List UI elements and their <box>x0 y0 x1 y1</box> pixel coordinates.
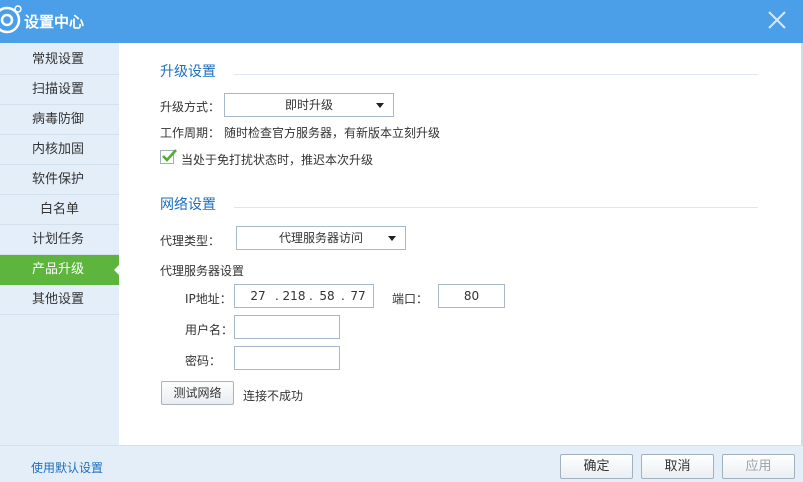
sidebar-nav: 常规设置 扫描设置 病毒防御 内核加固 软件保护 白名单 计划任务 产品升级 其… <box>0 43 120 445</box>
password-field[interactable] <box>234 346 340 370</box>
sidebar-item-other[interactable]: 其他设置 <box>0 285 119 315</box>
port-label: 端口： <box>392 292 429 306</box>
sidebar-item-software-protection[interactable]: 软件保护 <box>0 165 119 195</box>
proxy-type-select[interactable]: 代理服务器访问 <box>236 226 406 250</box>
proxy-type-label: 代理类型： <box>160 234 221 248</box>
port-field[interactable]: 80 <box>438 284 505 308</box>
work-cycle-label: 工作周期： <box>160 126 221 140</box>
connection-status-text: 连接不成功 <box>243 389 304 403</box>
upgrade-section-title: 升级设置 <box>160 64 216 80</box>
checkmark-icon <box>162 149 177 162</box>
ip-octet-3[interactable]: 58 <box>313 285 341 307</box>
caret-down-icon <box>376 103 384 108</box>
ip-address-label: IP地址： <box>185 292 232 306</box>
work-cycle-text: 随时检查官方服务器，有新版本立刻升级 <box>224 126 441 140</box>
section-divider <box>234 207 758 208</box>
apply-button[interactable]: 应用 <box>722 454 795 479</box>
defer-upgrade-label[interactable]: 当处于免打扰状态时，推迟本次升级 <box>181 151 373 168</box>
title-bar: 设置中心 <box>0 0 803 43</box>
upgrade-method-label: 升级方式： <box>160 100 221 114</box>
ip-octet-4[interactable]: 77 <box>345 285 371 307</box>
sidebar-item-label: 常规设置 <box>32 52 85 67</box>
sidebar-item-label: 产品升级 <box>32 262 85 277</box>
sidebar-item-label: 病毒防御 <box>32 112 85 127</box>
sidebar-item-label: 计划任务 <box>32 232 85 247</box>
test-network-button[interactable]: 测试网络 <box>161 381 234 405</box>
sidebar-item-product-upgrade[interactable]: 产品升级 <box>0 255 120 285</box>
upgrade-method-select[interactable]: 即时升级 <box>224 93 394 117</box>
sidebar-item-label: 扫描设置 <box>32 82 85 97</box>
sidebar-item-label: 软件保护 <box>32 172 85 187</box>
sidebar-item-virus-defense[interactable]: 病毒防御 <box>0 105 119 135</box>
ok-button[interactable]: 确定 <box>560 454 633 479</box>
use-default-settings-link[interactable]: 使用默认设置 <box>31 459 103 476</box>
username-label: 用户名： <box>185 323 234 337</box>
sidebar-item-label: 其他设置 <box>32 292 85 307</box>
defer-upgrade-checkbox[interactable] <box>160 149 177 164</box>
ip-address-field[interactable]: 27 . 218 . 58 . 77 <box>234 284 374 308</box>
sidebar-item-general[interactable]: 常规设置 <box>0 45 119 75</box>
password-label: 密码： <box>185 354 222 368</box>
ip-octet-1[interactable]: 27 <box>243 285 273 307</box>
window-title: 设置中心 <box>24 13 85 31</box>
port-value: 80 <box>463 289 480 303</box>
sidebar-item-scheduled-tasks[interactable]: 计划任务 <box>0 225 119 255</box>
section-divider <box>234 74 758 75</box>
close-icon[interactable] <box>766 9 788 31</box>
proxy-type-value: 代理服务器访问 <box>278 231 363 245</box>
proxy-server-settings-label: 代理服务器设置 <box>160 264 245 278</box>
gear-logo-icon <box>0 5 22 34</box>
sidebar-item-kernel[interactable]: 内核加固 <box>0 135 119 165</box>
sidebar-item-whitelist[interactable]: 白名单 <box>0 195 119 225</box>
cancel-button[interactable]: 取消 <box>641 454 714 479</box>
sidebar-item-scan[interactable]: 扫描设置 <box>0 75 119 105</box>
sidebar-item-label: 内核加固 <box>32 142 85 157</box>
caret-down-icon <box>388 236 396 241</box>
username-field[interactable] <box>234 315 340 339</box>
upgrade-method-value: 即时升级 <box>284 98 333 112</box>
network-section-title: 网络设置 <box>160 197 216 213</box>
active-pointer-icon <box>114 264 120 276</box>
footer-bar: 使用默认设置 确定 取消 应用 <box>0 445 803 482</box>
ip-octet-2[interactable]: 218 <box>279 285 309 307</box>
sidebar-item-label: 白名单 <box>39 202 79 217</box>
